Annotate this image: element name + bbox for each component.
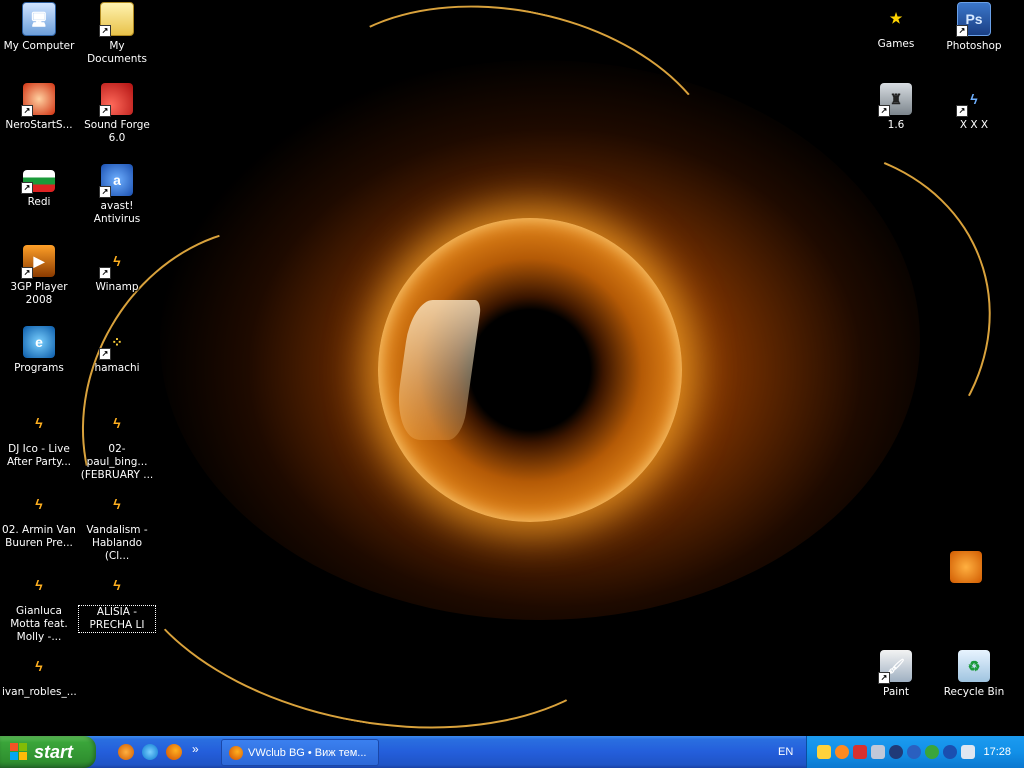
hamachi-tray-icon[interactable] [835,745,849,759]
desktop-icon-vlc[interactable] [927,551,1005,587]
desktop-icon-games[interactable]: ★ Games [857,2,935,51]
desktop-icon-ivan-robles[interactable]: ϟ ivan_robles_... [0,650,78,699]
security-shield-icon[interactable] [817,745,831,759]
desktop-icon-programs[interactable]: e Programs [0,326,78,375]
desktop-icon-my-documents[interactable]: ↗ My Documents [78,2,156,66]
avast-icon: a ↗ [99,164,133,198]
counter-strike-icon: ♜ ↗ [878,83,912,117]
desktop-icon-label: avast! Antivirus [93,200,141,225]
desktop-icon-label: Paint [883,686,909,698]
xxx-icon: ϟ ↗ [956,83,990,117]
desktop-icon-xxx[interactable]: ϟ ↗ X X X [935,83,1013,132]
taskbar: start » VWclub BG • Виж тем... EN 17:28 [0,736,1024,768]
desktop-icon-label: Vandalism - Hablando (Cl... [86,524,148,562]
desktop-icon-label: ivan_robles_... [2,686,77,698]
avast-tray-icon[interactable] [943,745,957,759]
recycle-bin-icon: ♻ [958,650,990,682]
winamp-icon: ϟ ↗ [99,245,133,279]
info-tray-icon[interactable] [907,745,921,759]
windows-logo-icon [10,743,28,761]
desktop-icon-paint[interactable]: 🖌 ↗ Paint [857,650,935,699]
computer-icon: 🖥 [22,2,56,36]
desktop-icon-label: Programs [14,362,64,374]
desktop-icon-vandalism[interactable]: ϟ Vandalism - Hablando (Cl... [78,488,156,563]
star-icon: ★ [889,9,903,26]
speaker-tray-icon[interactable] [889,745,903,759]
desktop-icon-alisia[interactable]: ϟ ALISIA - PRECHA LI [78,569,156,633]
update-tray-icon[interactable] [925,745,939,759]
3gp-player-icon: ▶ ↗ [21,245,55,279]
desktop-icon-label: hamachi [94,362,140,374]
desktop-icon-nero[interactable]: ↗ NeroStartS... [0,83,78,132]
nero-icon: ↗ [21,83,55,117]
desktop-icon-label: 02-paul_bing... (FEBRUARY ... [80,443,154,481]
flag-icon: ↗ [21,170,55,194]
desktop-icon-recycle-bin[interactable]: ♻ Recycle Bin [935,650,1013,699]
system-tray: 17:28 [806,736,1024,768]
vlc-quicklaunch-icon[interactable] [118,744,134,760]
desktop-icon-label: ALISIA - PRECHA LI [78,605,156,633]
desktop-icon-label: Winamp [95,281,139,293]
winamp-file-icon: ϟ [35,415,43,431]
desktop-icon-label: 02. Armin Van Buuren Pre... [2,524,76,549]
desktop-icon-gianluca-motta[interactable]: ϟ Gianluca Motta feat. Molly -... [0,569,78,644]
keyboard-tray-icon[interactable] [961,745,975,759]
desktop-icon-counter-strike[interactable]: ♜ ↗ 1.6 [857,83,935,132]
desktop-icon-my-computer[interactable]: 🖥 My Computer [0,2,78,53]
winamp-file-icon: ϟ [35,577,43,593]
firefox-quicklaunch-icon[interactable] [166,744,182,760]
desktop-icon-hamachi[interactable]: ⁘ ↗ hamachi [78,326,156,375]
desktop-icon-label: 1.6 [887,119,905,131]
desktop-icon-photoshop[interactable]: Ps ↗ Photoshop [935,2,1013,53]
desktop-icon-label: Games [877,38,915,50]
desktop-icon-sound-forge[interactable]: ↗ Sound Forge 6.0 [78,83,156,145]
desktop-icon-armin-van-buuren[interactable]: ϟ 02. Armin Van Buuren Pre... [0,488,78,550]
desktop-icon-label: 3GP Player 2008 [10,281,68,306]
desktop-icon-3gp-player[interactable]: ▶ ↗ 3GP Player 2008 [0,245,78,307]
taskbar-window-title: VWclub BG • Виж тем... [248,746,367,759]
desktop-icon-label: Sound Forge 6.0 [84,119,150,144]
desktop-icon-label: Gianluca Motta feat. Molly -... [10,605,68,643]
winamp-file-icon: ϟ [113,415,121,431]
desktop-icon-avast[interactable]: a ↗ avast! Antivirus [78,164,156,226]
desktop-icon-label: Photoshop [946,40,1002,52]
desktop-icon-label: Redi [27,196,51,208]
quick-launch-overflow-button[interactable]: » [192,742,199,756]
documents-folder-icon: ↗ [99,2,134,37]
sound-forge-icon: ↗ [99,83,133,117]
desktop-icon-paul-bing[interactable]: ϟ 02-paul_bing... (FEBRUARY ... [78,407,156,482]
winamp-file-icon: ϟ [35,496,43,512]
winamp-file-icon: ϟ [113,577,121,593]
desktop-icon-label: NeroStartS... [5,119,73,131]
desktop-icon-label: DJ Ico - Live After Party... [6,443,71,468]
desktop-icon-redi[interactable]: ↗ Redi [0,164,78,209]
skype-quicklaunch-icon[interactable] [142,744,158,760]
start-button[interactable]: start [0,736,96,768]
desktop-icon-dj-ico[interactable]: ϟ DJ Ico - Live After Party... [0,407,78,469]
winamp-file-icon: ϟ [35,658,43,674]
start-label: start [34,741,74,762]
desktop-icon-label: My Computer [3,40,75,52]
photoshop-icon: Ps ↗ [956,2,991,37]
desktop-icon-label: X X X [959,119,989,131]
language-indicator[interactable]: EN [778,746,793,758]
desktop-icon-winamp[interactable]: ϟ ↗ Winamp [78,245,156,294]
stop-tray-icon[interactable] [853,745,867,759]
clock[interactable]: 17:28 [983,746,1011,758]
hamachi-icon: ⁘ ↗ [99,326,133,360]
paint-icon: 🖌 ↗ [878,650,912,684]
desktop-icon-label: Recycle Bin [943,686,1005,698]
firefox-icon [229,745,243,760]
taskbar-window-button[interactable]: VWclub BG • Виж тем... [221,739,379,766]
desktop-icon-label: My Documents [87,40,147,65]
network-tray-icon[interactable] [871,745,885,759]
vlc-icon [950,551,982,583]
winamp-file-icon: ϟ [113,496,121,512]
internet-explorer-icon: e [23,326,55,358]
